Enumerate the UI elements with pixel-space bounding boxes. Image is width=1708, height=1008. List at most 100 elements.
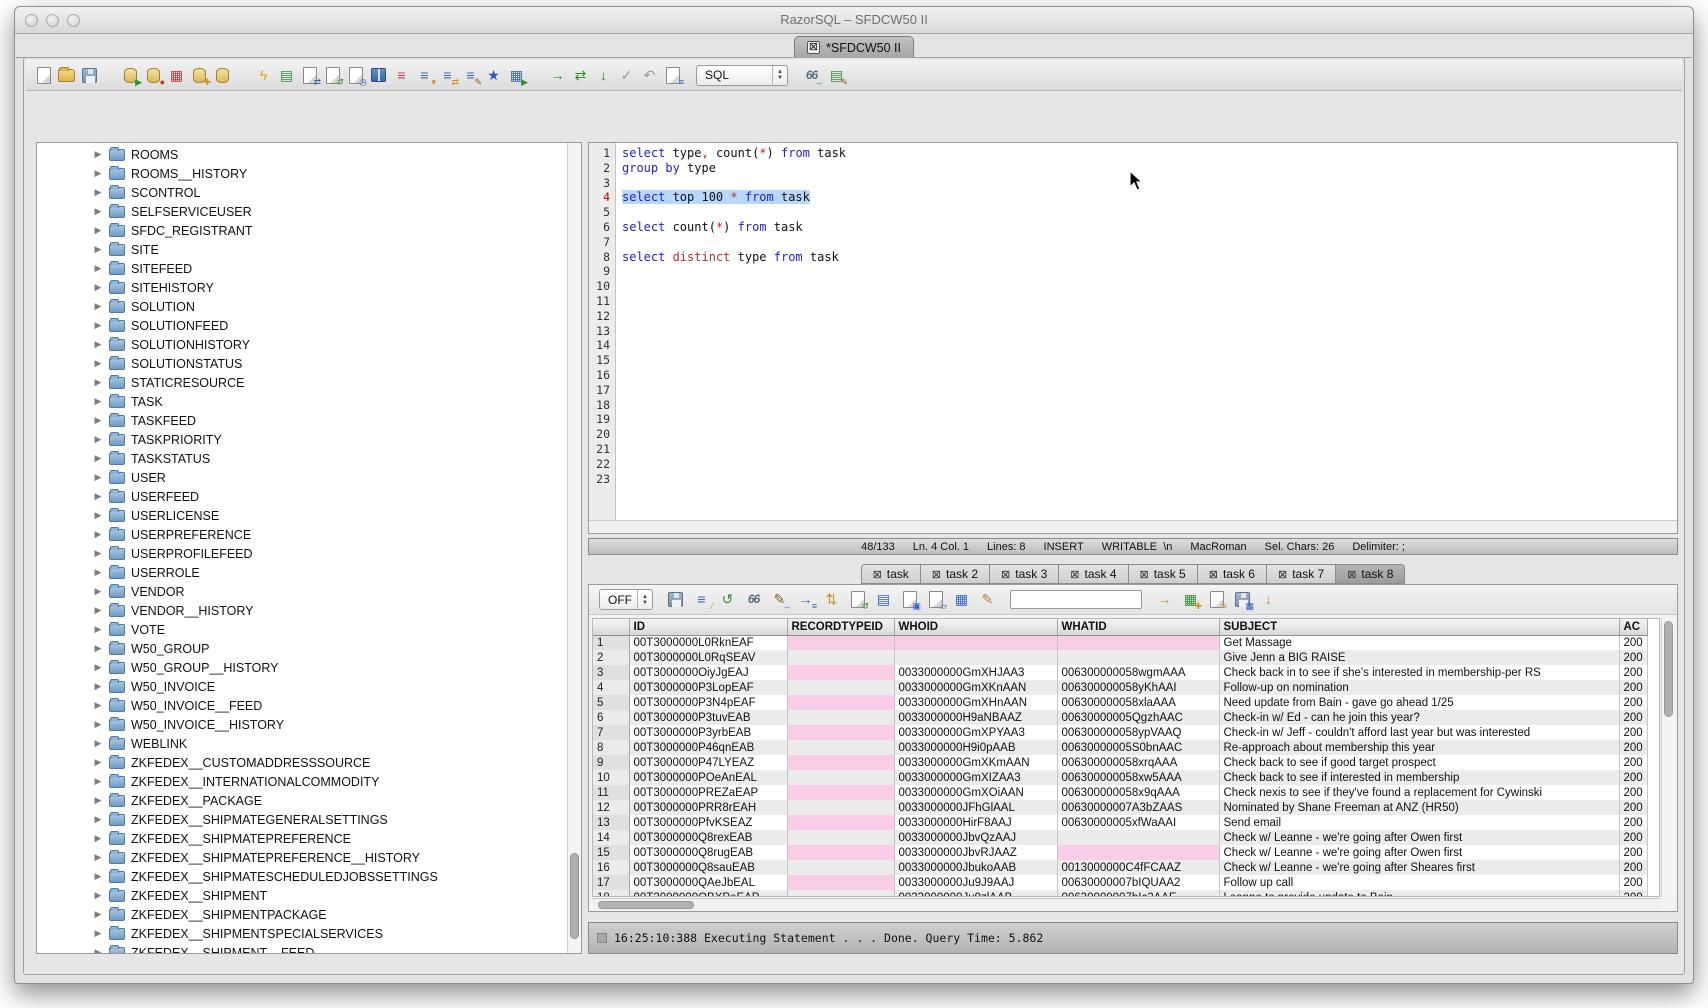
export-query-icon[interactable]: ⇄ bbox=[300, 66, 319, 85]
cell-whatid[interactable]: 006300000058xlaAAA bbox=[1057, 695, 1219, 710]
cell-whoid[interactable]: 0033000000JbvRJAAZ bbox=[894, 845, 1057, 860]
tree-item-userpreference[interactable]: ▶USERPREFERENCE bbox=[37, 525, 567, 544]
cell-subject[interactable]: Check-in w/ Jeff - couldn't afford last … bbox=[1219, 725, 1619, 740]
tree-item-w50-group[interactable]: ▶W50_GROUP bbox=[37, 639, 567, 658]
tree-item-zkfedex-package[interactable]: ▶ZKFEDEX__PACKAGE bbox=[37, 791, 567, 810]
tree-item-vote[interactable]: ▶VOTE bbox=[37, 620, 567, 639]
cell-ac[interactable]: 200 bbox=[1619, 800, 1647, 815]
table-row[interactable]: 200T3000000L0RqSEAVGive Jenn a BIG RAISE… bbox=[593, 650, 1647, 665]
cell-whoid[interactable]: 0033000000JbvQzAAJ bbox=[894, 830, 1057, 845]
table-row[interactable]: 1400T3000000Q8rexEAB0033000000JbvQzAAJCh… bbox=[593, 830, 1647, 845]
cell-recordtypeid[interactable] bbox=[787, 665, 894, 680]
cell-whoid[interactable]: 0033000000GmXIZAA3 bbox=[894, 770, 1057, 785]
cell-recordtypeid[interactable] bbox=[787, 875, 894, 890]
tree-item-selfserviceuser[interactable]: ▶SELFSERVICEUSER bbox=[37, 202, 567, 221]
cell-whatid[interactable]: 00630000007A3bZAAS bbox=[1057, 800, 1219, 815]
result-tab-task[interactable]: ⊠task bbox=[861, 564, 921, 584]
cell-whoid[interactable] bbox=[894, 650, 1057, 665]
cell-subject[interactable]: Send email bbox=[1219, 815, 1619, 830]
cell-whatid[interactable]: 006300000058yKhAAI bbox=[1057, 680, 1219, 695]
cell-id[interactable]: 00T3000000Q8rugEAB bbox=[629, 845, 787, 860]
cell-whatid[interactable]: 0013000000C4fFCAAZ bbox=[1057, 860, 1219, 875]
cell-subject[interactable]: Re-approach about membership this year bbox=[1219, 740, 1619, 755]
tree-item-zkfedex-shipmentpackage[interactable]: ▶ZKFEDEX__SHIPMENTPACKAGE bbox=[37, 905, 567, 924]
cell-whatid[interactable]: 00630000005QgzhAAC bbox=[1057, 710, 1219, 725]
undo-icon[interactable]: ↶ bbox=[640, 66, 659, 85]
cell-id[interactable]: 00T3000000P46qnEAB bbox=[629, 740, 787, 755]
result-tab-task-3[interactable]: ⊠task 3 bbox=[990, 564, 1059, 584]
cell-ac[interactable]: 200 bbox=[1619, 890, 1647, 897]
tree-item-w50-invoice[interactable]: ▶W50_INVOICE bbox=[37, 677, 567, 696]
tree-item-userfeed[interactable]: ▶USERFEED bbox=[37, 487, 567, 506]
table-row[interactable]: 600T3000000P3tuvEAB0033000000H9aNBAAZ006… bbox=[593, 710, 1647, 725]
cell-subject[interactable]: Give Jenn a BIG RAISE bbox=[1219, 650, 1619, 665]
cell-id[interactable]: 00T3000000P47LYEAZ bbox=[629, 755, 787, 770]
cell-whoid[interactable]: 0033000000GmXKmAAN bbox=[894, 755, 1057, 770]
cell-whatid[interactable]: 00630000007bIQUAA2 bbox=[1057, 875, 1219, 890]
tree-item-vendor-history[interactable]: ▶VENDOR__HISTORY bbox=[37, 601, 567, 620]
cell-id[interactable]: 00T3000000P3yrbEAB bbox=[629, 725, 787, 740]
database-icon[interactable] bbox=[213, 66, 232, 85]
tree-item-zkfedex-shipmatepreference-history[interactable]: ▶ZKFEDEX__SHIPMATEPREFERENCE__HISTORY bbox=[37, 848, 567, 867]
cell-rownum[interactable]: 10 bbox=[593, 770, 629, 785]
edit-sql-icon[interactable]: ≡✎ bbox=[461, 66, 480, 85]
cell-whatid[interactable]: 006300000058x9qAAA bbox=[1057, 785, 1219, 800]
grid-hscrollbar-thumb[interactable] bbox=[598, 901, 694, 909]
tree-item-zkfedex-shipmategeneralsettings[interactable]: ▶ZKFEDEX__SHIPMATEGENERALSETTINGS bbox=[37, 810, 567, 829]
column-header-recordtypeid[interactable]: RECORDTYPEID bbox=[787, 619, 894, 635]
expand-arrow-icon[interactable]: ▶ bbox=[93, 529, 103, 540]
tree-item-task[interactable]: ▶TASK bbox=[37, 392, 567, 411]
download-more-icon[interactable]: ↓ bbox=[1259, 590, 1278, 609]
expand-arrow-icon[interactable]: ▶ bbox=[93, 890, 103, 901]
cell-whoid[interactable]: 0033000000GmXOiAAN bbox=[894, 785, 1057, 800]
table-row[interactable]: 400T3000000P3LopEAF0033000000GmXKnAAN006… bbox=[593, 680, 1647, 695]
tree-item-solution[interactable]: ▶SOLUTION bbox=[37, 297, 567, 316]
expand-arrow-icon[interactable]: ▶ bbox=[93, 700, 103, 711]
expand-arrow-icon[interactable]: ▶ bbox=[93, 909, 103, 920]
tree-item-vendor[interactable]: ▶VENDOR bbox=[37, 582, 567, 601]
table-row[interactable]: 1600T3000000Q8sauEAB0033000000JbukoAAB00… bbox=[593, 860, 1647, 875]
view-row-icon[interactable]: 66 bbox=[744, 590, 763, 609]
tree-scrollbar[interactable] bbox=[567, 143, 581, 953]
cell-recordtypeid[interactable] bbox=[787, 695, 894, 710]
cell-subject[interactable]: Check w/ Leanne - we're going after Owen… bbox=[1219, 845, 1619, 860]
expand-arrow-icon[interactable]: ▶ bbox=[93, 187, 103, 198]
expand-arrow-icon[interactable]: ▶ bbox=[93, 453, 103, 464]
expand-arrow-icon[interactable]: ▶ bbox=[93, 396, 103, 407]
cell-whoid[interactable]: 0033000000Ju9J9AAJ bbox=[894, 875, 1057, 890]
cell-id[interactable]: 00T3000000OiyJgEAJ bbox=[629, 665, 787, 680]
editor-hscrollbar[interactable] bbox=[589, 520, 1677, 533]
expand-arrow-icon[interactable]: ▶ bbox=[93, 510, 103, 521]
expand-arrow-icon[interactable]: ▶ bbox=[93, 586, 103, 597]
cell-id[interactable]: 00T3000000PRR8rEAH bbox=[629, 800, 787, 815]
cell-recordtypeid[interactable] bbox=[787, 785, 894, 800]
open-file-icon[interactable] bbox=[57, 66, 76, 85]
cell-whoid[interactable]: 0033000000Ju9zlAAB bbox=[894, 890, 1057, 897]
cell-recordtypeid[interactable] bbox=[787, 725, 894, 740]
cell-recordtypeid[interactable] bbox=[787, 815, 894, 830]
tree-item-zkfedex-shipmentspecialservices[interactable]: ▶ZKFEDEX__SHIPMENTSPECIALSERVICES bbox=[37, 924, 567, 943]
cell-ac[interactable]: 200 bbox=[1619, 665, 1647, 680]
cell-id[interactable]: 00T3000000QBXPeEAP bbox=[629, 890, 787, 897]
cell-subject[interactable]: Nominated by Shane Freeman at ANZ (HR50) bbox=[1219, 800, 1619, 815]
cell-ac[interactable]: 200 bbox=[1619, 875, 1647, 890]
tree-item-taskfeed[interactable]: ▶TASKFEED bbox=[37, 411, 567, 430]
tree-item-scontrol[interactable]: ▶SCONTROL bbox=[37, 183, 567, 202]
select-columns-icon[interactable]: ▤ bbox=[874, 590, 893, 609]
cell-recordtypeid[interactable] bbox=[787, 710, 894, 725]
cell-rownum[interactable]: 15 bbox=[593, 845, 629, 860]
cell-id[interactable]: 00T3000000PREZaEAP bbox=[629, 785, 787, 800]
cell-id[interactable]: 00T3000000Q8sauEAB bbox=[629, 860, 787, 875]
cell-id[interactable]: 00T3000000P3N4pEAF bbox=[629, 695, 787, 710]
expand-arrow-icon[interactable]: ▶ bbox=[93, 415, 103, 426]
cell-id[interactable]: 00T3000000P3tuvEAB bbox=[629, 710, 787, 725]
format-sql-icon[interactable]: ≡⇄ bbox=[438, 66, 457, 85]
cell-whoid[interactable]: 0033000000H9aNBAAZ bbox=[894, 710, 1057, 725]
expand-arrow-icon[interactable]: ▶ bbox=[93, 225, 103, 236]
save-results-icon[interactable] bbox=[666, 590, 685, 609]
cell-whoid[interactable]: 0033000000JbukoAAB bbox=[894, 860, 1057, 875]
describe-grid-icon[interactable]: ▣ bbox=[900, 590, 919, 609]
grid-hscrollbar[interactable] bbox=[592, 898, 1660, 911]
tree-item-zkfedex-customaddresssource[interactable]: ▶ZKFEDEX__CUSTOMADDRESSSOURCE bbox=[37, 753, 567, 772]
column-header-whoid[interactable]: WHOID bbox=[894, 619, 1057, 635]
